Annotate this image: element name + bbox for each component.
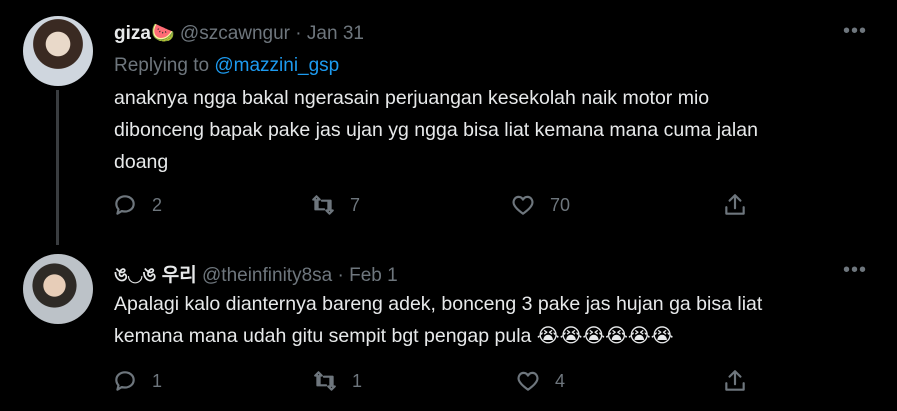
handle[interactable]: @theinfinity8sa bbox=[202, 265, 332, 286]
replying-prefix: Replying to bbox=[114, 55, 210, 76]
tweet-text-line: Apalagi kalo dianternya bareng adek, bon… bbox=[114, 293, 763, 315]
handle[interactable]: @szcawngur bbox=[180, 23, 290, 44]
more-icon[interactable]: ••• bbox=[843, 20, 867, 43]
retweet-icon bbox=[312, 195, 334, 215]
display-name[interactable]: ঙ◡ঙ 우리 bbox=[114, 265, 197, 286]
like-button[interactable]: 4 bbox=[515, 368, 565, 394]
share-icon bbox=[725, 194, 745, 215]
replying-to: Replying to @mazzini_gsp bbox=[114, 55, 339, 77]
reply-count: 2 bbox=[152, 194, 163, 215]
like-icon bbox=[512, 195, 534, 215]
separator: · bbox=[295, 23, 302, 44]
tweet-date[interactable]: Feb 1 bbox=[349, 265, 398, 286]
display-name[interactable]: giza bbox=[114, 23, 151, 44]
tweet-text-line: anaknya ngga bakal ngerasain perjuangan … bbox=[114, 87, 710, 109]
retweet-button[interactable]: 7 bbox=[310, 192, 360, 218]
retweet-icon bbox=[314, 371, 336, 391]
avatar[interactable] bbox=[23, 16, 93, 86]
like-icon bbox=[517, 371, 539, 391]
reply-icon bbox=[115, 371, 135, 391]
separator: · bbox=[337, 265, 344, 286]
reply-icon bbox=[115, 195, 135, 215]
tweet-date[interactable]: Jan 31 bbox=[307, 23, 364, 44]
mention-link[interactable]: @mazzini_gsp bbox=[214, 55, 339, 76]
tweet-text: Apalagi kalo dianternya bareng adek, bon… bbox=[114, 288, 874, 352]
like-count: 70 bbox=[550, 194, 571, 215]
share-button[interactable] bbox=[722, 368, 748, 394]
share-icon bbox=[725, 370, 745, 391]
reply-button[interactable]: 2 bbox=[112, 192, 162, 218]
reply-count: 1 bbox=[152, 370, 163, 391]
retweet-button[interactable]: 1 bbox=[312, 368, 362, 394]
share-button[interactable] bbox=[722, 192, 748, 218]
thread-line bbox=[56, 90, 59, 245]
tweet-text-line: dibonceng bapak pake jas ujan yg ngga bi… bbox=[114, 119, 758, 141]
like-button[interactable]: 70 bbox=[510, 192, 570, 218]
avatar[interactable] bbox=[23, 254, 93, 324]
tweet-1[interactable]: giza🍉 @szcawngur · Jan 31 ••• Replying t… bbox=[0, 0, 897, 250]
tweet-2[interactable]: ঙ◡ঙ 우리 @theinfinity8sa · Feb 1 ••• Apala… bbox=[0, 250, 897, 411]
tweet-header: giza🍉 @szcawngur · Jan 31 bbox=[114, 21, 364, 45]
tweet-text: anaknya ngga bakal ngerasain perjuangan … bbox=[114, 82, 874, 178]
like-count: 4 bbox=[555, 370, 566, 391]
more-icon[interactable]: ••• bbox=[843, 259, 867, 282]
tweet-text-line: kemana mana udah gitu sempit bgt pengap … bbox=[114, 325, 674, 347]
name-emoji: 🍉 bbox=[150, 22, 175, 44]
retweet-count: 1 bbox=[352, 370, 363, 391]
reply-button[interactable]: 1 bbox=[112, 368, 162, 394]
tweet-text-line: doang bbox=[114, 151, 169, 173]
retweet-count: 7 bbox=[350, 194, 361, 215]
